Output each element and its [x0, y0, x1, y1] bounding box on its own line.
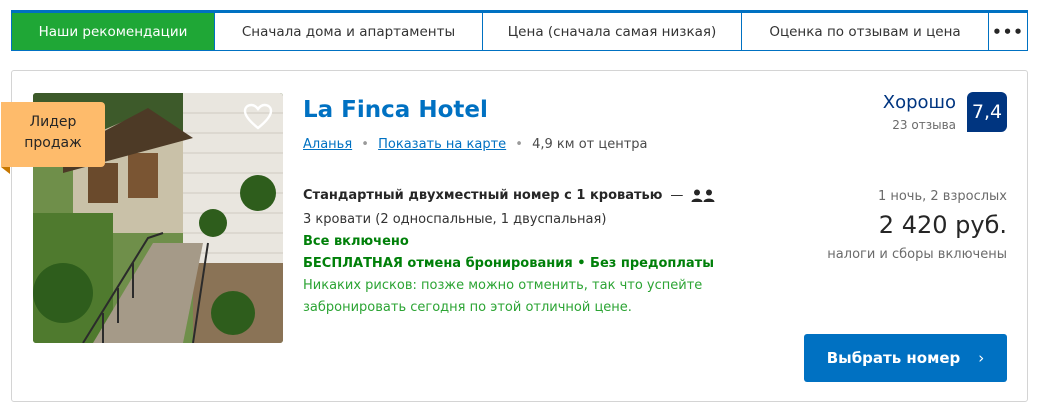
guests-icon — [691, 189, 715, 202]
hotel-name-link[interactable]: La Finca Hotel — [303, 97, 488, 123]
city-link[interactable]: Аланья — [303, 137, 352, 152]
tab-homes-apartments-first[interactable]: Сначала дома и апартаменты — [215, 13, 483, 50]
sort-tabs: Наши рекомендации Сначала дома и апартам… — [11, 10, 1028, 51]
more-sort-options-button[interactable]: ••• — [989, 13, 1027, 50]
room-type: Стандартный двухместный номер с 1 кроват… — [303, 188, 715, 203]
location-line: Аланья • Показать на карте • 4,9 км от ц… — [303, 137, 648, 152]
bestseller-badge: Лидер продаж — [1, 102, 105, 167]
meal-plan: Все включено — [303, 234, 409, 249]
tab-label: Наши рекомендации — [38, 23, 188, 40]
taxes-note: налоги и сборы включены — [827, 247, 1007, 262]
review-score-badge[interactable]: 7,4 — [967, 92, 1007, 132]
tab-label: Цена (сначала самая низкая) — [507, 23, 717, 40]
free-cancellation: БЕСПЛАТНАЯ отмена бронирования • Без пре… — [303, 256, 714, 271]
chevron-right-icon: › — [978, 349, 985, 367]
more-dots-icon: ••• — [992, 22, 1024, 41]
select-room-button[interactable]: Выбрать номер › — [804, 334, 1007, 382]
price: 2 420 руб. — [878, 211, 1007, 239]
tab-price-lowest-first[interactable]: Цена (сначала самая низкая) — [483, 13, 742, 50]
badge-line-2: продаж — [24, 135, 82, 151]
badge-fold — [1, 167, 10, 174]
room-dash: — — [670, 188, 684, 203]
wishlist-heart-icon[interactable] — [243, 103, 273, 131]
room-name: Стандартный двухместный номер с 1 кроват… — [303, 188, 663, 203]
select-room-label: Выбрать номер — [826, 349, 961, 367]
property-card: Лидер продаж La Finca Hotel Аланья • Пок… — [1, 70, 1028, 402]
tab-rating-and-price[interactable]: Оценка по отзывам и цена — [742, 13, 989, 50]
separator-dot: • — [361, 137, 369, 152]
show-on-map-link[interactable]: Показать на карте — [378, 137, 506, 152]
tab-label: Сначала дома и апартаменты — [241, 23, 456, 40]
distance-text: 4,9 км от центра — [532, 137, 648, 152]
separator-dot: • — [515, 137, 523, 152]
badge-line-1: Лидер — [29, 114, 77, 130]
rating-word[interactable]: Хорошо — [883, 92, 956, 113]
tab-label: Оценка по отзывам и цена — [769, 23, 961, 40]
review-count[interactable]: 23 отзыва — [892, 118, 956, 132]
stay-details: 1 ночь, 2 взрослых — [877, 189, 1007, 204]
tab-our-recommendations[interactable]: Наши рекомендации — [12, 13, 215, 50]
reassurance-text: Никаких рисков: позже можно отменить, та… — [303, 278, 703, 315]
bed-configuration: 3 кровати (2 односпальные, 1 двуспальная… — [303, 212, 607, 227]
